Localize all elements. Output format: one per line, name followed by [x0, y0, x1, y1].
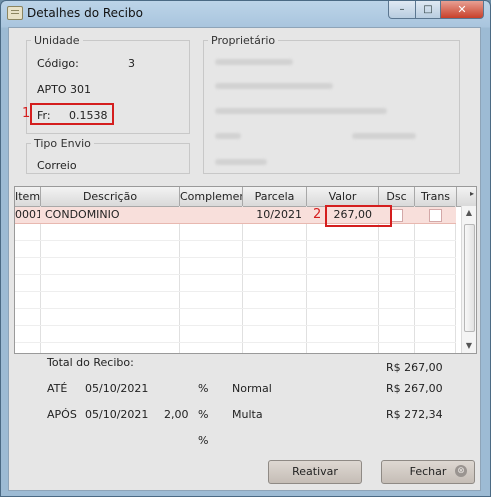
ate-date: 05/10/2021	[85, 382, 149, 395]
apos-date: 05/10/2021	[85, 408, 149, 421]
apos-value: R$ 272,34	[386, 408, 443, 421]
close-circle-icon: ⊗	[455, 465, 467, 477]
window-controls: – □ ✕	[388, 1, 484, 19]
close-window-button[interactable]: ✕	[441, 1, 484, 19]
fr-label: Fr:	[37, 109, 51, 122]
grid-vertical-scrollbar[interactable]: ▲ ▼	[461, 206, 476, 353]
total-value: R$ 267,00	[386, 361, 443, 374]
scroll-right-icon[interactable]: ▸	[470, 189, 474, 198]
grid-header: Item Descrição Complemento Parcela Valor…	[15, 187, 476, 207]
col-header-trans[interactable]: Trans	[415, 187, 457, 206]
title-bar[interactable]: Detalhes do Recibo – □ ✕	[1, 1, 490, 27]
fr-value: 0.1538	[69, 109, 108, 122]
cell-item: 0001	[15, 208, 40, 221]
col-header-valor[interactable]: Valor	[307, 187, 379, 206]
dialog-client-area: Unidade Código: 3 APTO 301 1 Fr: 0.1538 …	[8, 27, 481, 491]
reativar-label: Reativar	[292, 465, 338, 478]
scroll-up-icon[interactable]: ▲	[462, 206, 476, 220]
fechar-button[interactable]: Fechar ⊗	[381, 460, 475, 484]
valor-highlight-box	[325, 205, 392, 227]
items-grid: Item Descrição Complemento Parcela Valor…	[14, 186, 477, 354]
window-title: Detalhes do Recibo	[27, 6, 143, 20]
tipo-envio-value: Correio	[37, 159, 77, 172]
ate-value: R$ 267,00	[386, 382, 443, 395]
apos-percent-sign: %	[198, 408, 209, 421]
ate-type: Normal	[232, 382, 272, 395]
scroll-thumb[interactable]	[464, 224, 475, 332]
apos-label: APÓS	[47, 408, 77, 421]
apto-label: APTO 301	[37, 83, 92, 96]
cell-complemento	[183, 207, 239, 223]
tipo-envio-legend: Tipo Envio	[34, 137, 91, 150]
ate-percent-sign: %	[198, 382, 209, 395]
total-label: Total do Recibo:	[47, 356, 134, 369]
col-header-item[interactable]: Item	[15, 187, 41, 206]
maximize-button[interactable]: □	[416, 1, 441, 19]
app-icon	[7, 6, 23, 20]
col-header-parcela[interactable]: Parcela	[243, 187, 307, 206]
extra-percent-sign: %	[198, 434, 209, 447]
codigo-label: Código:	[37, 57, 79, 70]
col-header-descricao[interactable]: Descrição	[41, 187, 180, 206]
proprietario-group: Proprietário	[203, 34, 460, 174]
col-header-complemento[interactable]: Complemento	[180, 187, 243, 206]
scroll-down-icon[interactable]: ▼	[462, 339, 476, 353]
ate-label: ATÉ	[47, 382, 68, 395]
cell-parcela: 10/2021	[256, 208, 302, 221]
apos-percent: 2,00	[164, 408, 189, 421]
trans-checkbox[interactable]	[429, 209, 442, 222]
proprietario-legend: Proprietário	[211, 34, 276, 47]
fechar-label: Fechar	[409, 465, 447, 478]
reativar-button[interactable]: Reativar	[268, 460, 362, 484]
annotation-marker-2: 2	[313, 207, 322, 222]
codigo-value: 3	[128, 57, 135, 70]
apos-type: Multa	[232, 408, 263, 421]
cell-descricao: CONDOMINIO	[45, 208, 120, 221]
minimize-button[interactable]: –	[388, 1, 416, 19]
unidade-legend: Unidade	[34, 34, 80, 47]
receipt-details-window: Detalhes do Recibo – □ ✕ Unidade Código:…	[0, 0, 491, 497]
col-header-dsc[interactable]: Dsc	[379, 187, 415, 206]
